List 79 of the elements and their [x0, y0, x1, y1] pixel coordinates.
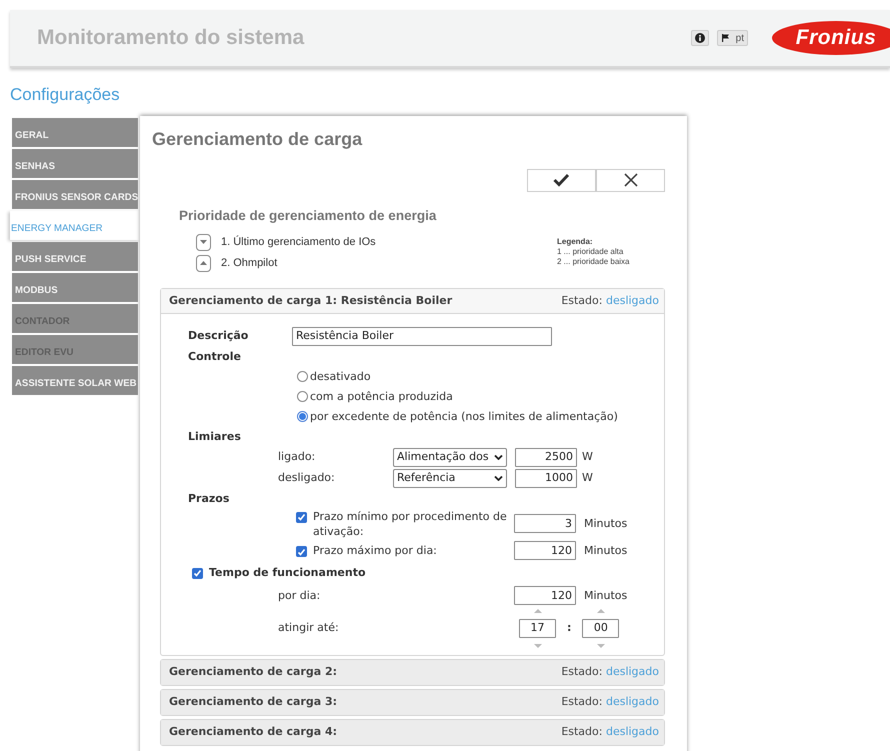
unit-label: W — [582, 449, 593, 465]
move-up-button[interactable] — [196, 254, 211, 272]
unit-label: W — [582, 470, 593, 486]
number-field[interactable]: 00 — [582, 618, 620, 638]
panel-title: Gerenciamento de carga — [152, 128, 364, 151]
legend-text: 2 ... prioridade baixa — [557, 256, 630, 267]
section-label: Limiares — [188, 428, 242, 445]
radio-button[interactable] — [297, 371, 308, 382]
status-text: Estado: desligado — [561, 292, 659, 308]
status-text: Estado: desligado — [561, 664, 659, 680]
number-field[interactable]: 120 — [514, 586, 576, 606]
number-field[interactable]: 1000 — [515, 468, 577, 488]
load-title: Gerenciamento de carga 2: — [169, 664, 338, 680]
accordion-header[interactable]: Gerenciamento de carga 1: Resistência Boiler Estado: desligado — [161, 288, 664, 314]
chevron-down-icon — [494, 454, 503, 460]
radio-button[interactable] — [297, 411, 308, 422]
option-label: por excedente de potência (nos limites de alimentação) — [310, 408, 618, 424]
load-title: Gerenciamento de carga 1: Resistência Boiler — [169, 292, 452, 308]
accordion-header[interactable]: Gerenciamento de carga 4: Estado: desligado — [161, 720, 664, 745]
checkbox-label: Tempo de funcionamento — [209, 565, 366, 581]
field-label: Descrição — [188, 328, 250, 344]
field-label: ligado: — [278, 449, 316, 465]
checkbox-label: Prazo mínimo por procedimento de ativação: — [313, 508, 508, 539]
info-icon — [694, 33, 705, 43]
legend-title: Legenda: — [557, 236, 594, 247]
status-text: Estado: desligado — [561, 694, 659, 710]
field-label: por dia: — [278, 588, 322, 604]
number-field[interactable]: 2500 — [515, 448, 577, 467]
field-label: desligado: — [278, 470, 336, 486]
text-field[interactable]: Resistência Boiler — [292, 326, 552, 346]
chevron-down-icon — [494, 475, 503, 482]
legend-text: 1 ... prioridade alta — [557, 246, 624, 257]
radio-button[interactable] — [297, 391, 308, 402]
down-arrow-icon — [200, 239, 207, 246]
dropdown[interactable]: Referência — [393, 468, 507, 488]
close-icon — [624, 173, 638, 187]
unit-label: Minutos — [584, 588, 628, 604]
checkbox[interactable] — [296, 512, 307, 523]
option-label: desativado — [310, 368, 371, 384]
priority-item: 1. Último gerenciamento de IOs — [221, 234, 376, 250]
dropdown[interactable]: Alimentação dos — [393, 448, 507, 467]
checkbox[interactable] — [192, 568, 203, 579]
accordion-header[interactable]: Gerenciamento de carga 2: Estado: desligado — [161, 660, 664, 685]
number-field[interactable]: 3 — [514, 514, 576, 534]
up-arrow-icon — [200, 260, 207, 266]
cancel-button[interactable] — [596, 168, 665, 192]
number-field[interactable]: 17 — [519, 618, 556, 638]
info-button[interactable] — [690, 30, 709, 46]
checkmark-icon — [297, 513, 306, 522]
unit-label: Minutos — [584, 542, 628, 558]
load-title: Gerenciamento de carga 3: — [169, 694, 338, 710]
checkmark-icon — [297, 548, 306, 556]
status-text: Estado: desligado — [561, 724, 659, 740]
down-arrow-icon — [596, 642, 605, 649]
checkbox-label: Prazo máximo por dia: — [313, 543, 437, 558]
app-title: Monitoramento do sistema — [37, 25, 304, 52]
move-down-button[interactable] — [196, 234, 211, 251]
section-label: Controle — [188, 348, 242, 365]
checkbox[interactable] — [296, 546, 307, 558]
check-icon — [553, 173, 570, 187]
page-title: Configurações — [10, 84, 121, 106]
priority-item: 2. Ohmpilot — [221, 256, 278, 271]
option-label: com a potência produzida — [310, 388, 453, 404]
accordion-header[interactable]: Gerenciamento de carga 3: Estado: desligado — [161, 690, 664, 715]
unit-label: Minutos — [584, 516, 628, 532]
section-label: Prazos — [188, 490, 230, 507]
logo: Fronius — [772, 21, 890, 55]
time-separator: : — [567, 620, 572, 636]
language-button[interactable]: pt — [716, 30, 748, 46]
load-title: Gerenciamento de carga 4: — [169, 724, 338, 740]
save-button[interactable] — [527, 168, 596, 192]
checkmark-icon — [193, 569, 202, 578]
up-arrow-icon — [596, 608, 605, 614]
flag-icon — [720, 33, 730, 43]
field-label: atingir até: — [278, 620, 340, 636]
number-field[interactable]: 120 — [514, 541, 576, 560]
down-arrow-icon — [534, 642, 542, 649]
section-title: Prioridade de gerenciamento de energia — [179, 206, 438, 225]
up-arrow-icon — [534, 608, 542, 614]
